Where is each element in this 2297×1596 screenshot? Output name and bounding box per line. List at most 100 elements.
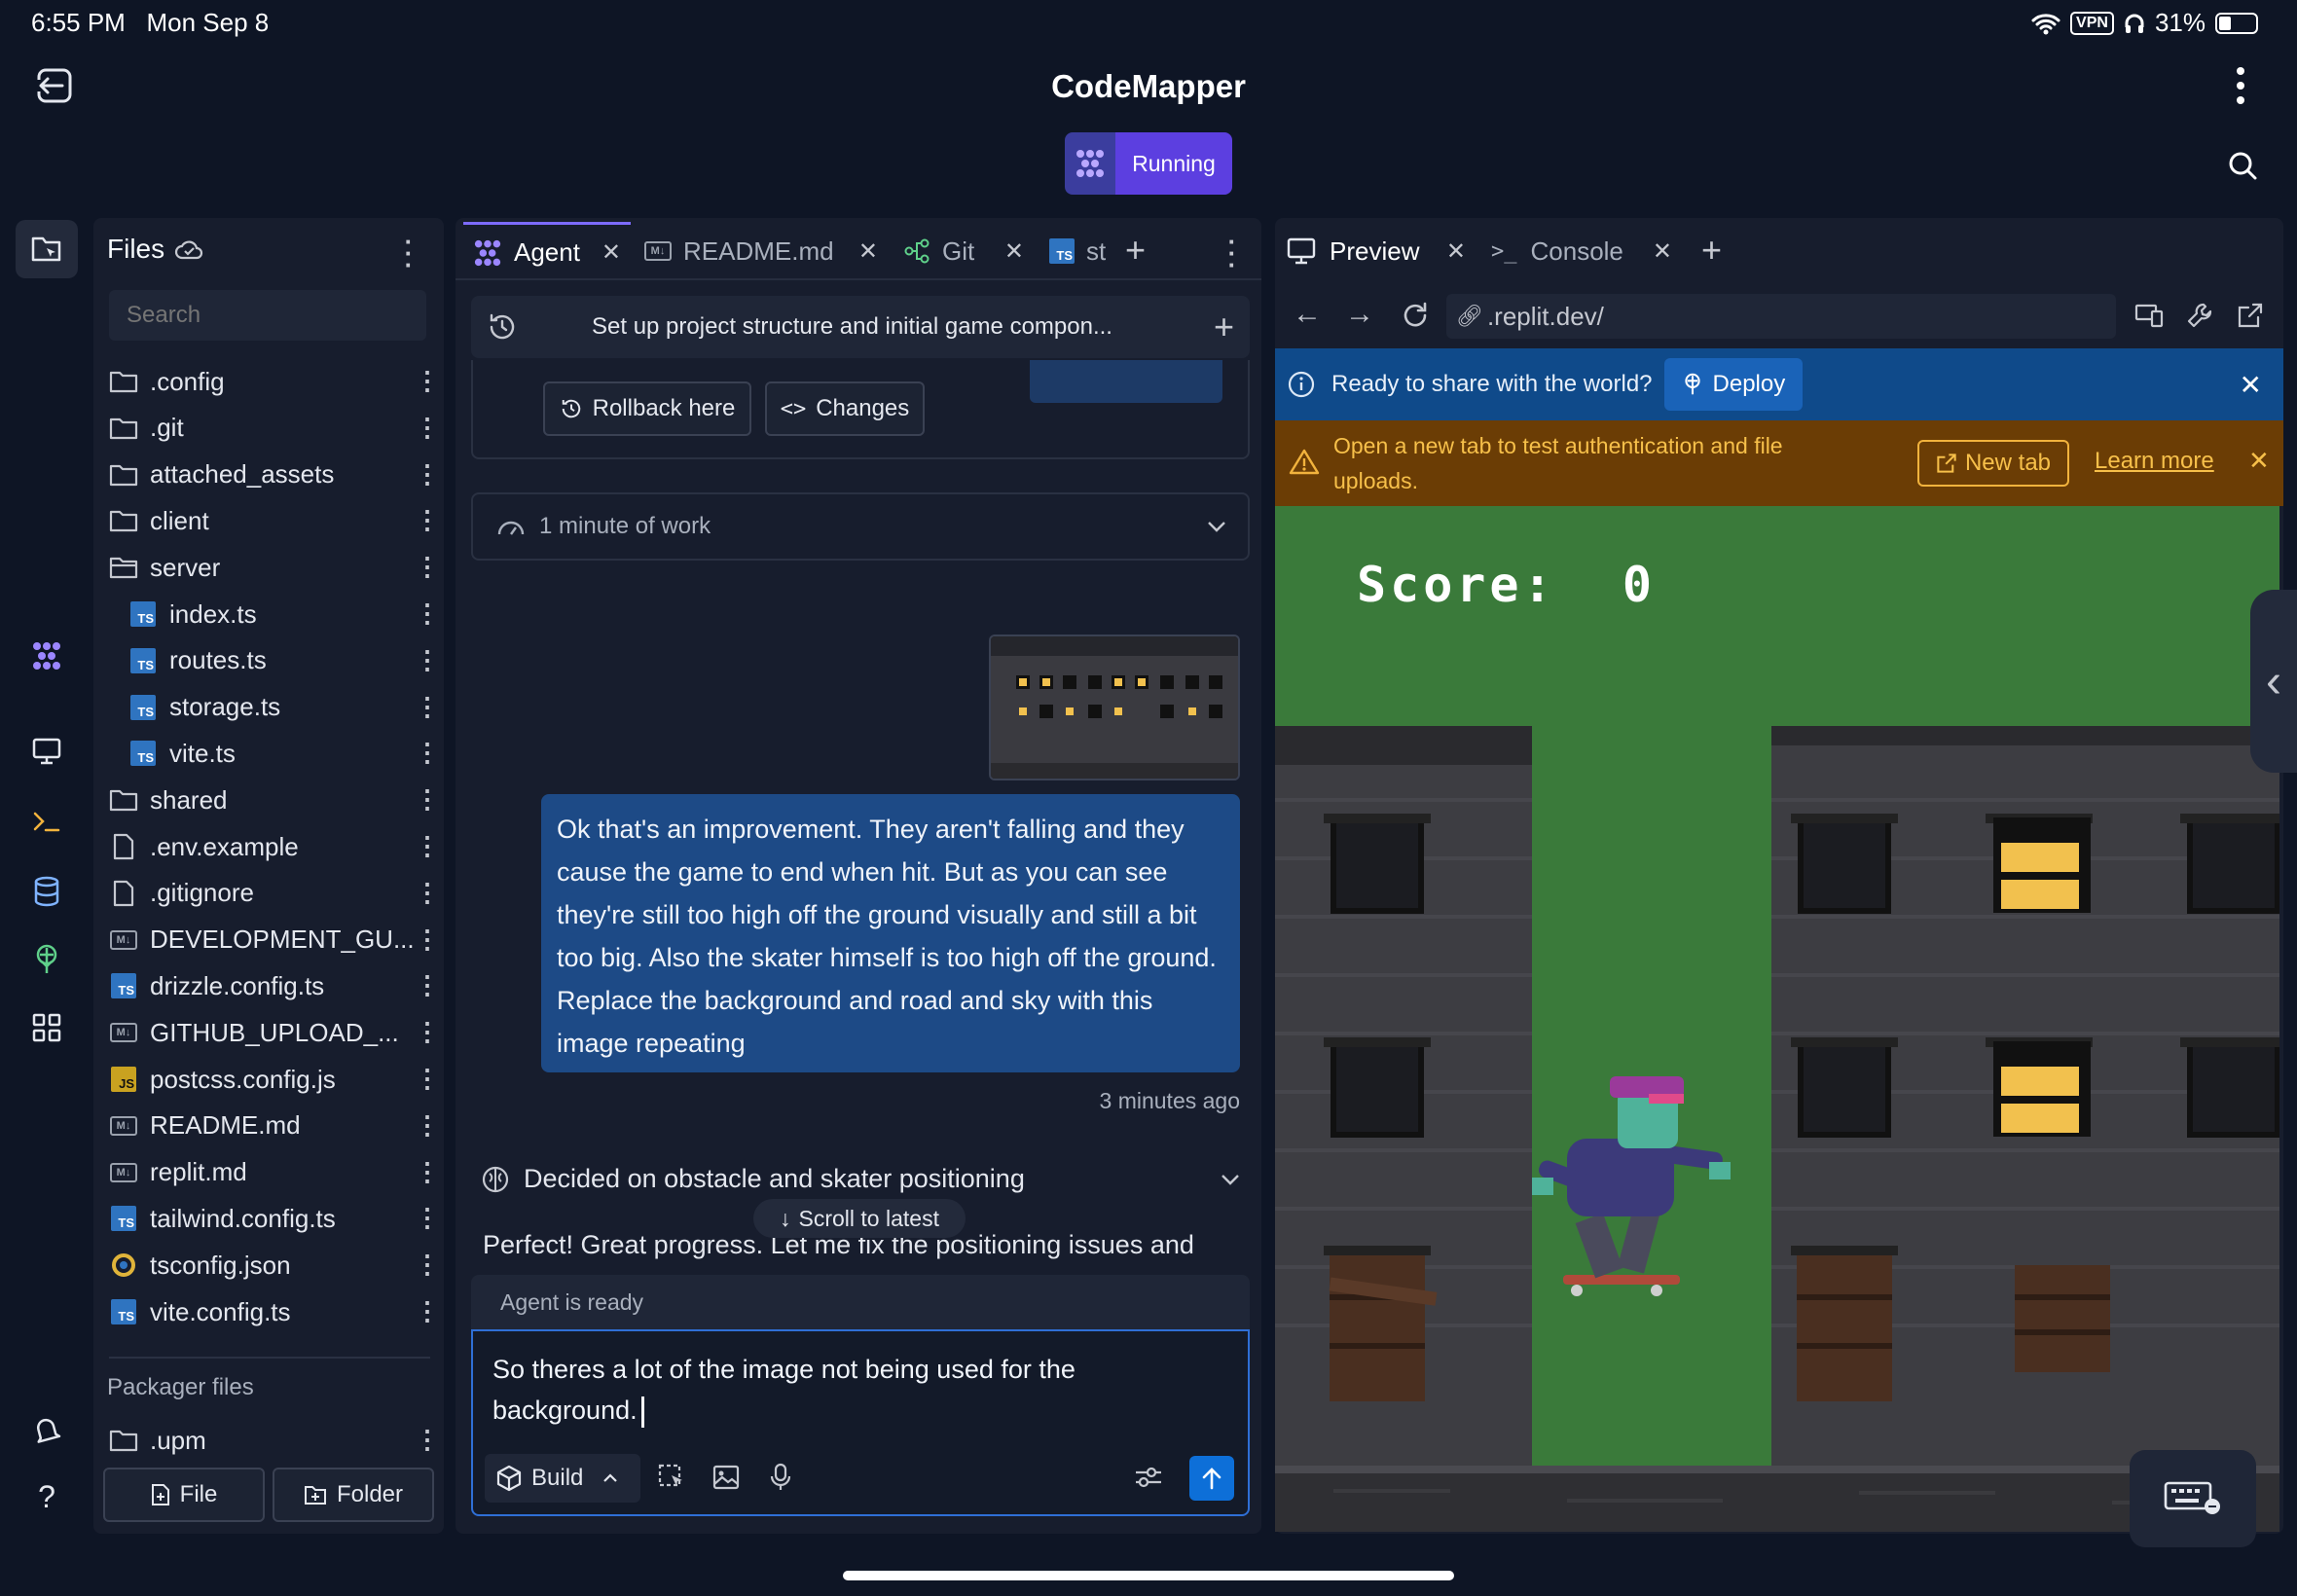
new-tab-button[interactable]: + [1125,230,1146,271]
close-icon[interactable]: ✕ [858,237,878,266]
settings-sliders-button[interactable] [1131,1460,1166,1495]
tab-agent[interactable]: Agent ✕ [463,222,631,280]
run-button[interactable]: Running [1065,132,1232,195]
file-menu-button[interactable]: ⋮ [415,1427,440,1452]
new-preview-tab-button[interactable]: + [1701,230,1722,271]
close-icon[interactable]: ✕ [1653,237,1672,266]
file-item[interactable]: M↓ GITHUB_UPLOAD_... ⋮ [109,1009,440,1056]
file-item[interactable]: M↓ README.md ⋮ [109,1103,440,1149]
close-icon[interactable]: ✕ [2240,369,2262,401]
file-menu-button[interactable]: ⋮ [415,507,440,532]
file-menu-button[interactable]: ⋮ [415,1019,440,1044]
files-menu-button[interactable]: · · · [399,229,419,277]
file-item[interactable]: .config ⋮ [109,358,440,405]
file-item[interactable]: .env.example ⋮ [109,823,440,870]
file-item[interactable]: .git ⋮ [109,405,440,452]
tab-preview[interactable]: Preview ✕ [1287,222,1466,280]
file-menu-button[interactable]: ⋮ [415,600,440,626]
close-icon[interactable]: ✕ [2248,446,2270,476]
file-item[interactable]: shared ⋮ [109,777,440,823]
more-menu-button[interactable] [2221,60,2260,111]
tabs-menu-button[interactable]: · · · [1224,229,1240,277]
scroll-to-latest-button[interactable]: ↓ Scroll to latest [753,1199,966,1238]
file-item[interactable]: TS routes.ts ⋮ [128,637,440,684]
rail-notifications-button[interactable] [16,1401,78,1460]
file-item[interactable]: TS drizzle.config.ts ⋮ [109,962,440,1009]
open-external-button[interactable] [2233,298,2268,333]
rail-console-button[interactable] [16,792,78,851]
file-menu-button[interactable]: ⋮ [415,786,440,812]
chat-input[interactable]: So theres a lot of the image not being u… [492,1349,1174,1431]
file-item[interactable]: TS storage.ts ⋮ [128,684,440,731]
rail-preview-button[interactable] [16,722,78,780]
new-task-button[interactable]: + [1214,307,1234,347]
rail-files-button[interactable] [16,220,78,278]
game-canvas[interactable]: Score: 0 [1275,506,2279,1532]
file-menu-button[interactable]: ⋮ [415,1066,440,1091]
back-button[interactable]: ← [1293,298,1322,331]
file-item[interactable]: M↓ replit.md ⋮ [109,1149,440,1196]
forward-button[interactable]: → [1345,298,1374,331]
devtools-button[interactable] [2182,298,2217,333]
file-menu-button[interactable]: ⋮ [415,1159,440,1184]
collapse-handle[interactable]: ‹ [2250,590,2297,773]
file-item[interactable]: tsconfig.json ⋮ [109,1242,440,1288]
decision-row[interactable]: Decided on obstacle and skater positioni… [481,1164,1240,1194]
file-menu-button[interactable]: ⋮ [415,740,440,765]
file-menu-button[interactable]: ⋮ [415,415,440,440]
work-summary[interactable]: 1 minute of work [471,492,1250,561]
close-icon[interactable]: ✕ [1446,237,1466,266]
file-item[interactable]: TS vite.ts ⋮ [128,730,440,777]
rail-database-button[interactable] [16,862,78,921]
tab-readme[interactable]: M↓ README.md ✕ [644,222,878,280]
keyboard-button[interactable] [2130,1450,2256,1547]
file-item[interactable]: .upm ⋮ [109,1417,440,1464]
tab-overflow[interactable]: TS st [1049,222,1110,280]
changes-button[interactable]: <> Changes [765,381,925,436]
mode-selector[interactable]: Build [485,1454,640,1503]
file-menu-button[interactable]: ⋮ [415,461,440,487]
search-button[interactable] [2223,146,2262,185]
file-item[interactable]: attached_assets ⋮ [109,452,440,498]
rollback-button[interactable]: Rollback here [543,381,751,436]
file-menu-button[interactable]: ⋮ [415,880,440,905]
devices-button[interactable] [2132,298,2167,333]
voice-input-button[interactable] [763,1460,798,1495]
file-item[interactable]: client ⋮ [109,497,440,544]
new-folder-button[interactable]: Folder [273,1468,434,1522]
file-item[interactable]: .gitignore ⋮ [109,870,440,917]
file-item[interactable]: JS postcss.config.js ⋮ [109,1056,440,1103]
learn-more-link[interactable]: Learn more [2095,448,2214,475]
files-search-input[interactable] [109,290,426,341]
rail-apps-button[interactable] [16,998,78,1057]
file-menu-button[interactable]: ⋮ [415,1251,440,1277]
file-menu-button[interactable]: ⋮ [415,554,440,579]
file-menu-button[interactable]: ⋮ [415,694,440,719]
reload-button[interactable] [1398,298,1433,333]
file-menu-button[interactable]: ⋮ [415,1205,440,1230]
file-menu-button[interactable]: ⋮ [415,1112,440,1138]
attach-image-button[interactable] [709,1460,744,1495]
url-bar[interactable]: 🔗︎ .replit.dev/ [1446,294,2116,339]
deploy-button[interactable]: Deploy [1663,358,1804,411]
send-button[interactable] [1189,1456,1234,1501]
file-item[interactable]: M↓ DEVELOPMENT_GU... ⋮ [109,917,440,963]
history-icon[interactable] [487,311,518,343]
close-icon[interactable]: ✕ [1004,237,1024,266]
file-item[interactable]: TS tailwind.config.ts ⋮ [109,1195,440,1242]
file-item[interactable]: TS vite.config.ts ⋮ [109,1288,440,1335]
file-menu-button[interactable]: ⋮ [415,926,440,952]
attached-image[interactable] [989,635,1240,780]
file-item[interactable]: server ⋮ [109,544,440,591]
file-item[interactable]: TS index.ts ⋮ [128,591,440,637]
new-file-button[interactable]: File [103,1468,265,1522]
new-tab-button[interactable]: New tab [1917,440,2069,487]
rail-help-button[interactable]: ? [16,1468,78,1526]
file-menu-button[interactable]: ⋮ [415,647,440,672]
select-element-button[interactable] [654,1460,689,1495]
close-icon[interactable]: ✕ [602,238,621,267]
file-menu-button[interactable]: ⋮ [415,972,440,998]
rail-agent-button[interactable] [16,627,78,685]
file-menu-button[interactable]: ⋮ [415,833,440,858]
tab-console[interactable]: >_ Console ✕ [1491,222,1672,280]
